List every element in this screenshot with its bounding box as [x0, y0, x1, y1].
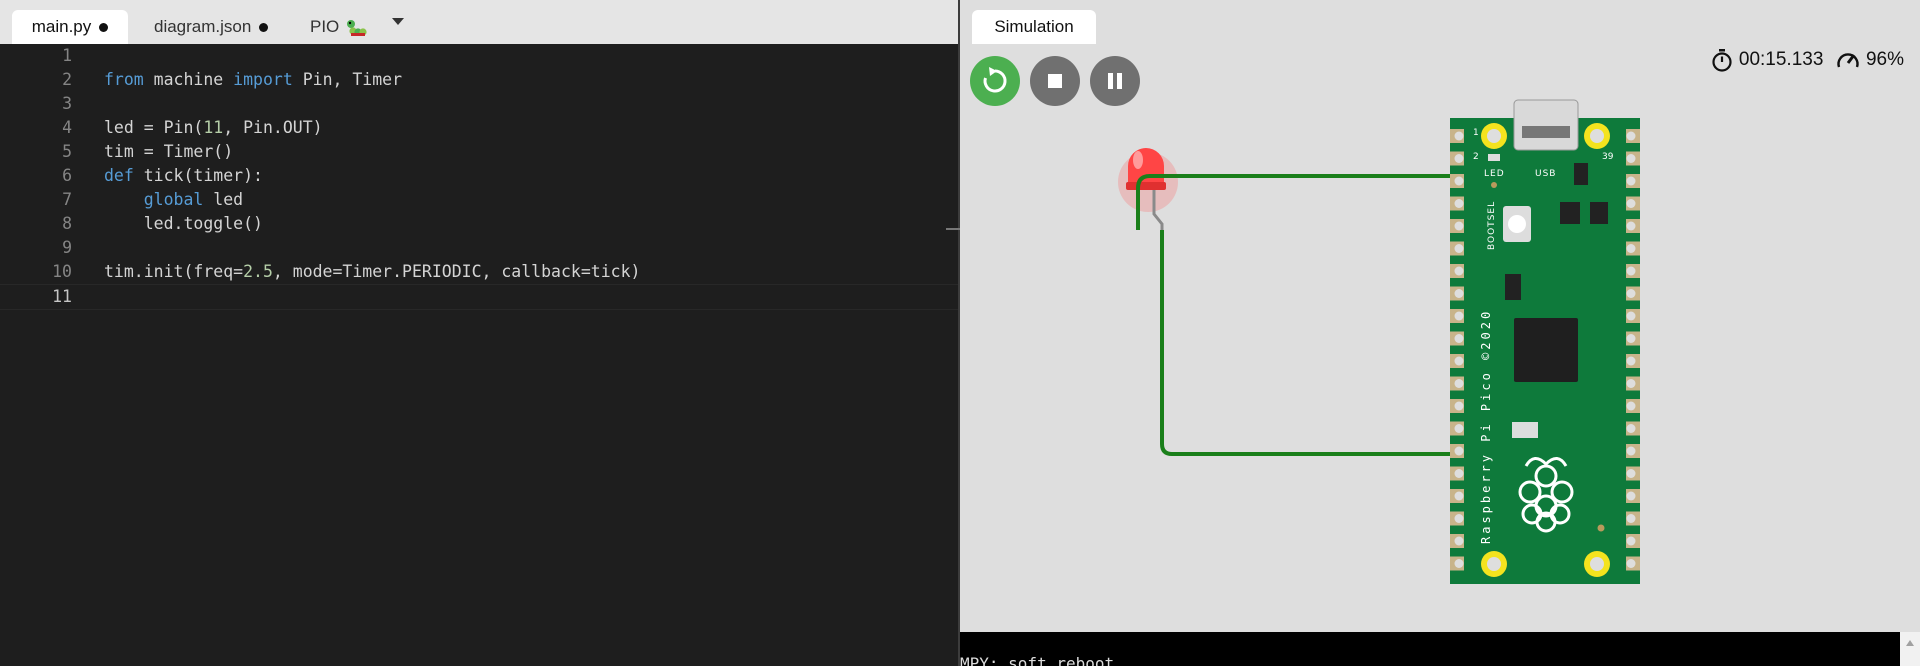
code-token: 2.5: [243, 262, 273, 281]
line-number: 9: [62, 238, 72, 257]
line-number: 6: [62, 166, 72, 185]
scroll-up-icon[interactable]: [1900, 632, 1920, 652]
code-token: tick(timer):: [133, 166, 263, 185]
code-token: def: [104, 166, 134, 185]
editor-tab-bar: main.py diagram.json PIO: [0, 0, 958, 44]
serial-console[interactable]: MPY: soft reboot: [960, 632, 1900, 666]
simulation-pane: Simulation 00:15.133 96% 1 2 39 LED USB …: [960, 0, 1920, 666]
line-number: 8: [62, 214, 72, 233]
bootsel-label: BOOTSEL: [1487, 201, 1497, 250]
scroll-marker: [946, 228, 960, 230]
code-line[interactable]: 1: [0, 44, 958, 68]
code-area[interactable]: 1 2 from machine import Pin, Timer 3 4 led = …: [0, 44, 958, 666]
code-line[interactable]: 7 global led: [0, 188, 958, 212]
line-number: 5: [62, 142, 72, 161]
code-text: tim = Timer(): [104, 140, 233, 164]
code-token: Pin, Timer: [292, 70, 403, 89]
code-token: tim = Timer(): [104, 142, 234, 161]
code-token: global: [143, 190, 204, 209]
tab-label: main.py: [31, 17, 92, 36]
line-number: 11: [52, 287, 72, 306]
circuit-canvas[interactable]: 1 2 39 LED USB BOOTSEL Raspberry Pi Pico…: [960, 0, 1920, 632]
tab-pio[interactable]: PIO: [310, 10, 368, 44]
pin-1-label: 1: [1473, 128, 1479, 138]
tab-label: diagram.json: [154, 17, 252, 36]
code-line[interactable]: 2 from machine import Pin, Timer: [0, 68, 958, 92]
code-token: from: [104, 70, 144, 89]
red-led[interactable]: [1118, 148, 1178, 234]
raspberry-pi-pico-board[interactable]: 1 2 39 LED USB BOOTSEL Raspberry Pi Pico…: [1450, 99, 1640, 584]
code-text: from machine import Pin, Timer: [104, 68, 402, 92]
modified-dot-icon: [99, 23, 109, 33]
code-text: tim.init(freq=2.5, mode=Timer.PERIODIC, …: [104, 260, 640, 284]
line-number: 1: [62, 46, 72, 65]
wire-gnd[interactable]: [1160, 230, 1466, 456]
line-number: 10: [52, 262, 72, 281]
code-text: led.toggle(): [104, 212, 263, 236]
code-token: led: [203, 190, 244, 209]
code-line[interactable]: 11: [0, 284, 958, 310]
code-token: import: [233, 70, 293, 89]
line-number: 3: [62, 94, 72, 113]
led-label: LED: [1484, 169, 1505, 179]
usb-label: USB: [1535, 169, 1556, 179]
line-number: 7: [62, 190, 72, 209]
code-line[interactable]: 8 led.toggle(): [0, 212, 958, 236]
caterpillar-icon: [347, 19, 367, 36]
modified-dot-icon: [259, 23, 269, 33]
code-token: tim.init(freq=: [104, 262, 244, 281]
tab-label: PIO: [310, 17, 340, 36]
code-token: 11: [203, 118, 224, 137]
code-text: def tick(timer):: [104, 164, 263, 188]
code-token: , mode=Timer.PERIODIC, callback=tick): [272, 262, 641, 281]
tab-main-py[interactable]: main.py: [12, 10, 128, 44]
code-token: machine: [143, 70, 234, 89]
console-output: MPY: soft reboot: [960, 654, 1115, 666]
console-scrollbar[interactable]: [1900, 632, 1920, 666]
code-token: led = Pin(: [104, 118, 204, 137]
code-token: , Pin.OUT): [223, 118, 323, 137]
pin-2-label: 2: [1473, 152, 1479, 162]
code-text: global led: [104, 188, 243, 212]
code-line[interactable]: 6 def tick(timer):: [0, 164, 958, 188]
line-number: 4: [62, 118, 72, 137]
pin-39-label: 39: [1602, 152, 1614, 162]
code-line[interactable]: 10 tim.init(freq=2.5, mode=Timer.PERIODIC…: [0, 260, 958, 284]
tab-diagram-json[interactable]: diagram.json: [154, 10, 269, 44]
code-line[interactable]: 5 tim = Timer(): [0, 140, 958, 164]
code-text: led = Pin(11, Pin.OUT): [104, 116, 323, 140]
code-line[interactable]: 9: [0, 236, 958, 260]
code-token: led.toggle(): [104, 214, 263, 233]
line-number: 2: [62, 70, 72, 89]
code-editor-pane: main.py diagram.json PIO 1 2 from machine …: [0, 0, 958, 666]
code-line[interactable]: 4 led = Pin(11, Pin.OUT): [0, 116, 958, 140]
wire-gp11[interactable]: [1136, 174, 1466, 230]
code-line[interactable]: 3: [0, 92, 958, 116]
board-name-label: Raspberry Pi Pico ©2020: [1479, 309, 1493, 544]
chevron-down-icon[interactable]: [392, 18, 404, 25]
